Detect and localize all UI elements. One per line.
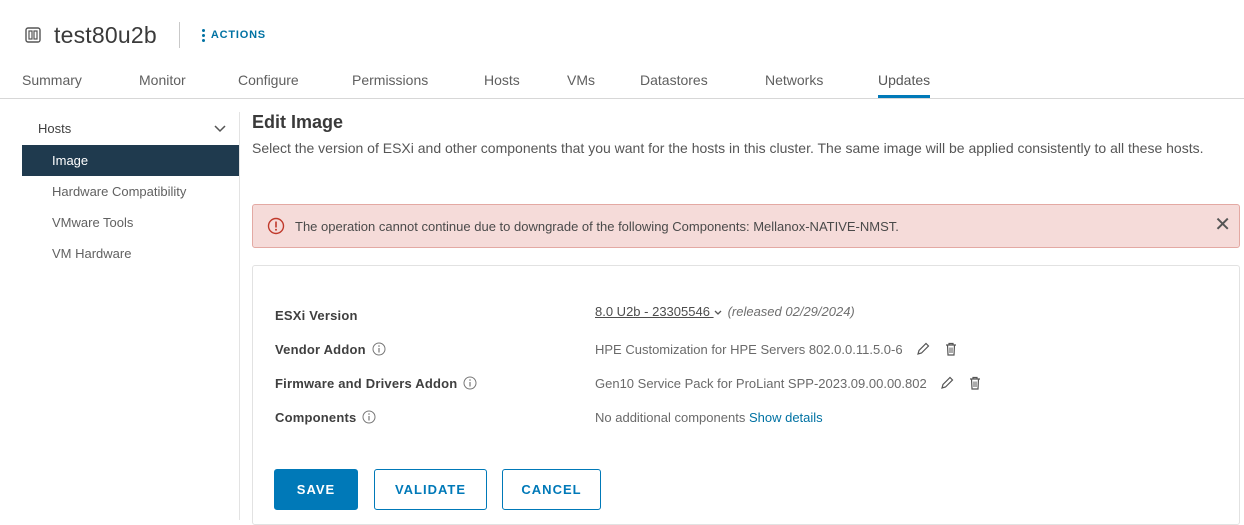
tab-configure[interactable]: Configure	[238, 72, 299, 98]
error-alert: The operation cannot continue due to dow…	[252, 204, 1240, 248]
edit-pencil-icon[interactable]	[939, 375, 955, 391]
save-button[interactable]: SAVE	[274, 469, 358, 510]
tab-updates[interactable]: Updates	[878, 72, 931, 98]
sidebar-item-hardware-compatibility[interactable]: Hardware Compatibility	[22, 176, 240, 207]
info-icon[interactable]	[362, 410, 376, 424]
esxi-released-date: (released 02/29/2024)	[727, 303, 855, 319]
show-details-link[interactable]: Show details	[749, 410, 823, 425]
tab-networks[interactable]: Networks	[765, 72, 823, 98]
components-row: Components	[275, 406, 376, 428]
actions-label: ACTIONS	[210, 29, 266, 41]
components-value-row: No additional components Show details	[595, 406, 823, 428]
vendor-addon-label: Vendor Addon	[275, 341, 366, 357]
tab-vms[interactable]: VMs	[567, 72, 595, 98]
cancel-button[interactable]: CANCEL	[502, 469, 601, 510]
sidebar-section-label: Hosts	[38, 120, 72, 136]
esxi-version-value: 8.0 U2b - 23305546 (released 02/29/2024)	[595, 300, 855, 322]
tab-permissions[interactable]: Permissions	[352, 72, 428, 98]
firmware-addon-label: Firmware and Drivers Addon	[275, 375, 458, 391]
sidebar-section-hosts[interactable]: Hosts	[22, 113, 240, 143]
tab-hosts[interactable]: Hosts	[484, 72, 520, 98]
esxi-version-label: ESXi Version	[275, 307, 358, 323]
updates-sidebar: Hosts Image Hardware Compatibility VMwar…	[22, 113, 240, 269]
object-header: test80u2b ACTIONS	[22, 20, 266, 50]
components-label: Components	[275, 409, 357, 425]
edit-image-panel: Edit Image Select the version of ESXi an…	[252, 112, 1242, 525]
edit-pencil-icon[interactable]	[915, 341, 931, 357]
cluster-icon	[22, 24, 44, 46]
chevron-down-icon	[214, 121, 226, 136]
chevron-down-icon	[714, 304, 722, 319]
vendor-addon-row: Vendor Addon	[275, 338, 386, 360]
esxi-version-row: ESXi Version	[275, 304, 358, 326]
close-icon[interactable]: ✕	[1214, 215, 1231, 235]
info-icon[interactable]	[463, 376, 477, 390]
vendor-addon-value-row: HPE Customization for HPE Servers 802.0.…	[595, 338, 959, 360]
tab-datastores[interactable]: Datastores	[640, 72, 708, 98]
error-circle-icon	[267, 217, 285, 235]
alert-message: The operation cannot continue due to dow…	[295, 218, 899, 234]
info-icon[interactable]	[372, 342, 386, 356]
firmware-addon-value: Gen10 Service Pack for ProLiant SPP-2023…	[595, 375, 927, 391]
firmware-addon-value-row: Gen10 Service Pack for ProLiant SPP-2023…	[595, 372, 983, 394]
page-title: test80u2b	[54, 21, 157, 48]
sidebar-item-image[interactable]: Image	[22, 145, 240, 176]
vertical-dots-icon	[201, 28, 205, 42]
section-description: Select the version of ESXi and other com…	[252, 140, 1204, 156]
firmware-addon-row: Firmware and Drivers Addon	[275, 372, 477, 394]
actions-menu-button[interactable]: ACTIONS	[201, 28, 266, 42]
tab-bar: Summary Monitor Configure Permissions Ho…	[0, 64, 1244, 99]
section-heading: Edit Image	[252, 112, 344, 132]
image-card: ESXi Version 8.0 U2b - 23305546 (release…	[252, 265, 1240, 525]
tab-monitor[interactable]: Monitor	[139, 72, 186, 98]
sidebar-item-vmware-tools[interactable]: VMware Tools	[22, 207, 240, 238]
sidebar-item-vm-hardware[interactable]: VM Hardware	[22, 238, 240, 269]
components-value: No additional components	[595, 409, 746, 425]
sidebar-divider	[239, 112, 240, 520]
tab-summary[interactable]: Summary	[22, 72, 82, 98]
esxi-version-text: 8.0 U2b - 23305546	[595, 303, 710, 319]
esxi-version-dropdown[interactable]: 8.0 U2b - 23305546	[595, 304, 722, 319]
delete-trash-icon[interactable]	[967, 375, 983, 391]
delete-trash-icon[interactable]	[943, 341, 959, 357]
vendor-addon-value: HPE Customization for HPE Servers 802.0.…	[595, 341, 903, 357]
validate-button[interactable]: VALIDATE	[374, 469, 487, 510]
header-divider	[178, 22, 180, 48]
